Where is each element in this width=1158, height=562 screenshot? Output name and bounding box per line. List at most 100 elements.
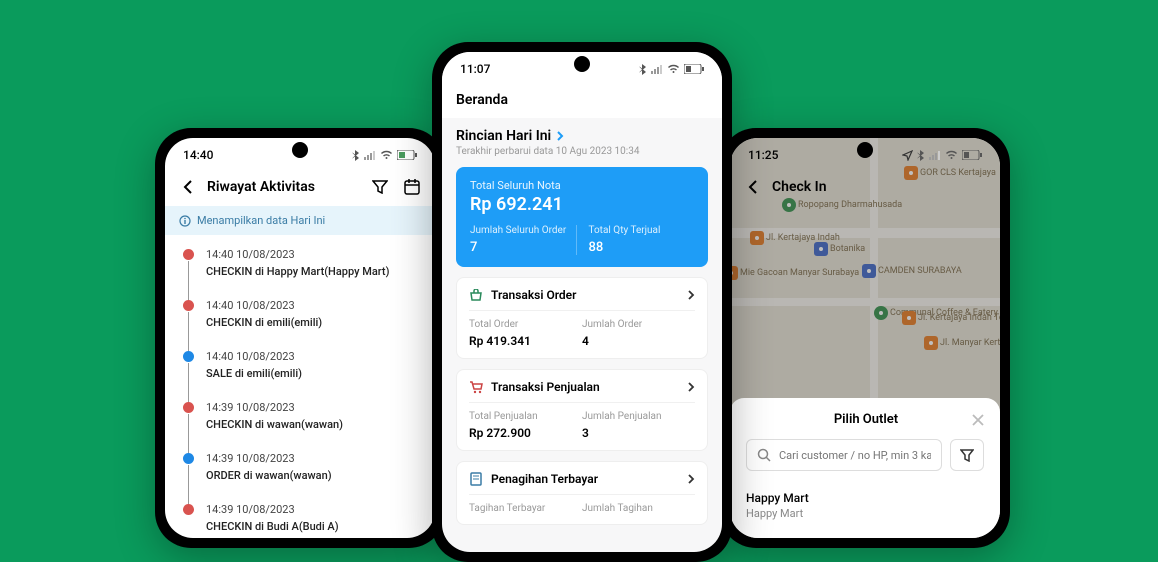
header: Check In (730, 168, 1000, 206)
page-title: Beranda (456, 92, 708, 108)
timeline-item[interactable]: 14:40 10/08/2023 SALE di emili(emili) (183, 349, 417, 400)
section-header[interactable]: Rincian Hari Ini (442, 118, 722, 146)
timeline-time: 14:39 10/08/2023 (206, 451, 332, 468)
chevron-right-icon (688, 290, 695, 300)
timeline-desc: SALE di emili(emili) (206, 366, 302, 383)
outlet-sub: Happy Mart (746, 507, 984, 520)
card-col2-label: Jumlah Tagihan (582, 503, 695, 514)
summary-label: Total Seluruh Nota (470, 179, 694, 192)
back-button[interactable] (744, 178, 762, 196)
timeline-dot-icon (183, 402, 194, 413)
summary-col2-label: Total Qty Terjual (589, 225, 695, 236)
timeline-desc: CHECKIN di wawan(wawan) (206, 417, 343, 434)
timeline-desc: CHECKIN di emili(emili) (206, 315, 322, 332)
outlet-name: Happy Mart (746, 491, 984, 505)
phone-checkin: GOR CLS KertajayaRopopang DharmahusadaJl… (720, 128, 1010, 548)
timeline-desc: CHECKIN di Happy Mart(Happy Mart) (206, 264, 389, 281)
invoice-icon (469, 472, 483, 486)
timeline-item[interactable]: 14:40 10/08/2023 CHECKIN di emili(emili) (183, 298, 417, 349)
filter-button[interactable] (950, 439, 984, 471)
transaction-card: Transaksi Order Total Order Rp 419.341 J… (456, 277, 708, 359)
timeline-dot-icon (183, 504, 194, 515)
summary-card: Total Seluruh Nota Rp 692.241 Jumlah Sel… (456, 167, 708, 267)
section-subtitle: Terakhir perbarui data 10 Agu 2023 10:34 (442, 146, 722, 167)
info-banner: Menampilkan data Hari Ini (165, 206, 435, 235)
cart-icon (469, 380, 483, 394)
timeline-dot-icon (183, 453, 194, 464)
info-text: Menampilkan data Hari Ini (197, 214, 325, 227)
back-button[interactable] (179, 178, 197, 196)
timeline-desc: ORDER di wawan(wawan) (206, 468, 332, 485)
status-icons (639, 64, 704, 75)
card-col2-label: Jumlah Penjualan (582, 411, 695, 422)
timeline-item[interactable]: 14:39 10/08/2023 CHECKIN di Budi A(Budi … (183, 502, 417, 538)
chevron-right-icon (688, 382, 695, 392)
card-title: Penagihan Terbayar (491, 472, 680, 486)
outlet-picker-sheet: Pilih Outlet H (730, 398, 1000, 538)
timeline-dot-icon (183, 249, 194, 260)
wifi-icon (667, 64, 680, 74)
search-box[interactable] (746, 439, 942, 471)
timeline-item[interactable]: 14:39 10/08/2023 CHECKIN di wawan(wawan) (183, 400, 417, 451)
signal-icon (364, 151, 376, 160)
transaction-card: Penagihan Terbayar Tagihan Terbayar Juml… (456, 461, 708, 525)
status-time: 11:25 (748, 148, 778, 162)
page-title: Riwayat Aktivitas (207, 179, 361, 195)
wifi-icon (380, 150, 393, 160)
summary-value: Rp 692.241 (470, 194, 694, 215)
card-header[interactable]: Penagihan Terbayar (469, 472, 695, 494)
timeline-time: 14:39 10/08/2023 (206, 400, 343, 417)
signal-icon (651, 65, 663, 74)
card-title: Transaksi Order (491, 288, 680, 302)
timeline-time: 14:40 10/08/2023 (206, 349, 302, 366)
status-icons (352, 150, 417, 161)
signal-icon (929, 151, 941, 160)
card-header[interactable]: Transaksi Order (469, 288, 695, 310)
transaction-card: Transaksi Penjualan Total Penjualan Rp 2… (456, 369, 708, 451)
timeline-dot-icon (183, 351, 194, 362)
chevron-right-icon (557, 131, 564, 141)
card-header[interactable]: Transaksi Penjualan (469, 380, 695, 402)
close-icon[interactable] (972, 414, 984, 426)
search-input[interactable] (779, 449, 931, 462)
outlet-item[interactable]: Happy Mart Happy Mart (746, 487, 984, 524)
battery-icon (684, 64, 704, 74)
status-time: 11:07 (460, 62, 490, 76)
card-col2-value: 4 (582, 334, 695, 348)
card-col1-value: Rp 419.341 (469, 334, 582, 348)
timeline-item[interactable]: 14:40 10/08/2023 CHECKIN di Happy Mart(H… (183, 247, 417, 298)
timeline-time: 14:40 10/08/2023 (206, 298, 322, 315)
phone-activity-history: 14:40 Riwayat Aktivitas (155, 128, 445, 548)
page-title: Check In (772, 179, 986, 195)
timeline-time: 14:39 10/08/2023 (206, 502, 339, 519)
card-col1-label: Tagihan Terbayar (469, 503, 582, 514)
bluetooth-icon (352, 150, 360, 161)
wifi-icon (945, 150, 958, 160)
card-col1-label: Total Order (469, 319, 582, 330)
filter-icon[interactable] (371, 178, 389, 196)
status-time: 14:40 (183, 148, 213, 162)
calendar-icon[interactable] (403, 178, 421, 196)
camera-notch (292, 142, 308, 158)
summary-col1-value: 7 (470, 240, 576, 255)
section-title: Rincian Hari Ini (456, 128, 551, 144)
battery-icon (397, 150, 417, 160)
sheet-title: Pilih Outlet (760, 412, 972, 427)
bluetooth-icon (917, 150, 925, 161)
search-icon (757, 448, 771, 462)
battery-icon (962, 150, 982, 160)
camera-notch (574, 56, 590, 72)
status-icons (902, 150, 982, 161)
summary-col2-value: 88 (589, 240, 695, 255)
timeline-desc: CHECKIN di Budi A(Budi A) (206, 519, 339, 536)
card-col1-value: Rp 272.900 (469, 426, 582, 440)
summary-col1-label: Jumlah Seluruh Order (470, 225, 576, 236)
header: Riwayat Aktivitas (165, 168, 435, 206)
card-col1-label: Total Penjualan (469, 411, 582, 422)
timeline-dot-icon (183, 300, 194, 311)
info-icon (179, 215, 191, 227)
phone-dashboard: 11:07 Beranda Rincian Hari Ini (432, 42, 732, 562)
bluetooth-icon (639, 64, 647, 75)
timeline-item[interactable]: 14:39 10/08/2023 ORDER di wawan(wawan) (183, 451, 417, 502)
card-title: Transaksi Penjualan (491, 380, 680, 394)
